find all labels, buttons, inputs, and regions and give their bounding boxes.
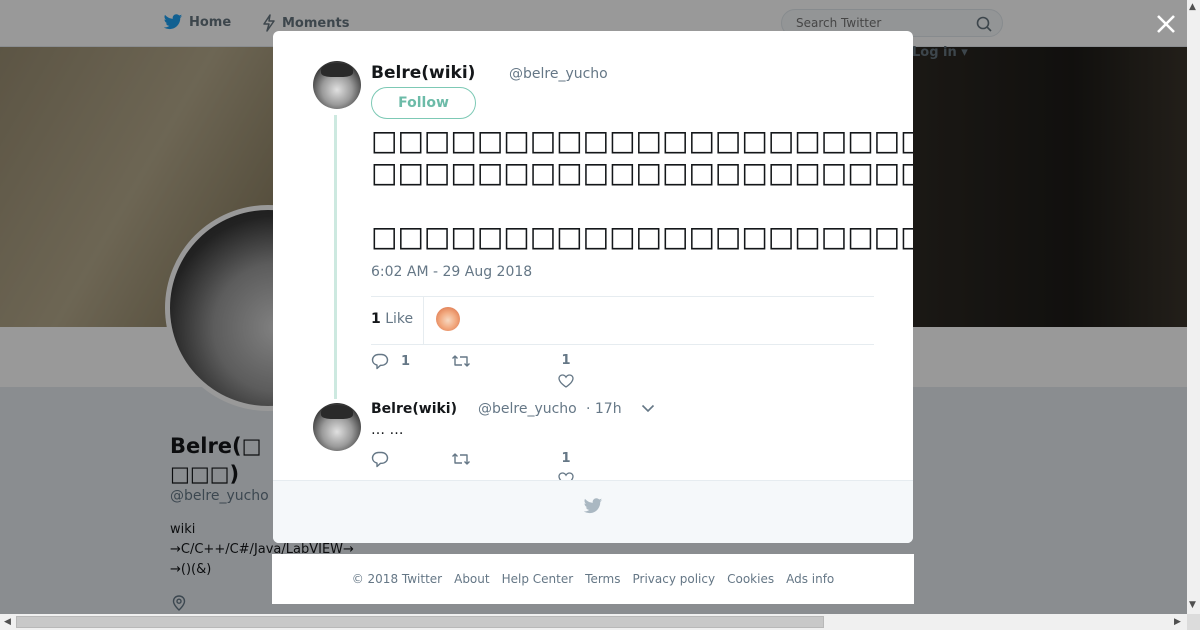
scroll-down-arrow-icon[interactable]: ▼ [1189,600,1196,610]
tweet-actions: 1 1 [371,353,671,388]
heart-icon [558,374,574,388]
likes-stat[interactable]: 1 Like [371,311,413,327]
likes-label: Like [385,311,414,327]
site-footer: © 2018 Twitter About Help Center Terms P… [272,554,914,604]
footer-link-about[interactable]: About [454,572,489,586]
modal-footer [273,480,913,543]
twitter-bird-icon [583,498,603,514]
reply-like-count: 1 [561,451,571,466]
liker-avatar[interactable] [436,307,460,331]
reply-author-handle[interactable]: @belre_yucho [478,401,577,417]
reply-count: 1 [401,354,411,369]
reply-time[interactable]: · 17h [586,401,622,417]
tweet-stats: 1 Like [371,296,874,345]
close-icon[interactable] [1152,10,1180,38]
reply-text: … … [371,422,404,438]
reply-retweet-button[interactable] [451,451,471,467]
horizontal-scroll-thumb[interactable] [16,616,824,628]
reply-icon [371,353,389,370]
retweet-icon [452,355,470,367]
reply-author-name[interactable]: Belre(wiki) [371,401,457,417]
retweet-button[interactable] [451,353,471,369]
scroll-up-arrow-icon[interactable]: ▲ [1189,2,1196,12]
follow-button[interactable]: Follow [371,87,476,119]
thread-line [334,115,337,399]
reply-icon [371,451,389,468]
reply-author-avatar[interactable] [313,403,361,451]
author-handle[interactable]: @belre_yucho [509,66,608,82]
author-avatar[interactable] [313,61,361,109]
like-count: 1 [561,353,571,368]
author-name[interactable]: Belre(wiki) [371,63,475,83]
footer-copyright: © 2018 Twitter [351,572,443,586]
reply-button[interactable]: 1 [371,353,410,370]
horizontal-scrollbar[interactable]: ◀ ▶ [0,614,1187,630]
scrollbar-corner [1187,614,1200,630]
footer-link-cookies[interactable]: Cookies [727,572,774,586]
scroll-left-arrow-icon[interactable]: ◀ [4,617,11,627]
footer-link-ads-info[interactable]: Ads info [786,572,834,586]
reply-reply-button[interactable] [371,451,389,468]
like-button[interactable]: 1 [556,353,576,388]
stats-divider [423,297,424,344]
likes-count: 1 [371,311,381,327]
reply-actions: 1 [371,451,671,486]
footer-link-privacy[interactable]: Privacy policy [633,572,716,586]
scroll-right-arrow-icon[interactable]: ▶ [1174,617,1181,627]
vertical-scrollbar[interactable]: ▲ ▼ [1187,0,1200,614]
tweet-timestamp[interactable]: 6:02 AM - 29 Aug 2018 [371,264,532,280]
retweet-icon [452,453,470,465]
footer-link-terms[interactable]: Terms [585,572,620,586]
tweet-permalink-modal: Belre(wiki) @belre_yucho Follow □□□□□□□□… [273,31,913,543]
footer-link-help-center[interactable]: Help Center [502,572,574,586]
tweet-text: □□□□□□□□□□□□□□□□□□□□ □□□□□ □□□□□□□□□□□□□□… [371,124,913,253]
chevron-down-icon[interactable] [641,404,655,413]
